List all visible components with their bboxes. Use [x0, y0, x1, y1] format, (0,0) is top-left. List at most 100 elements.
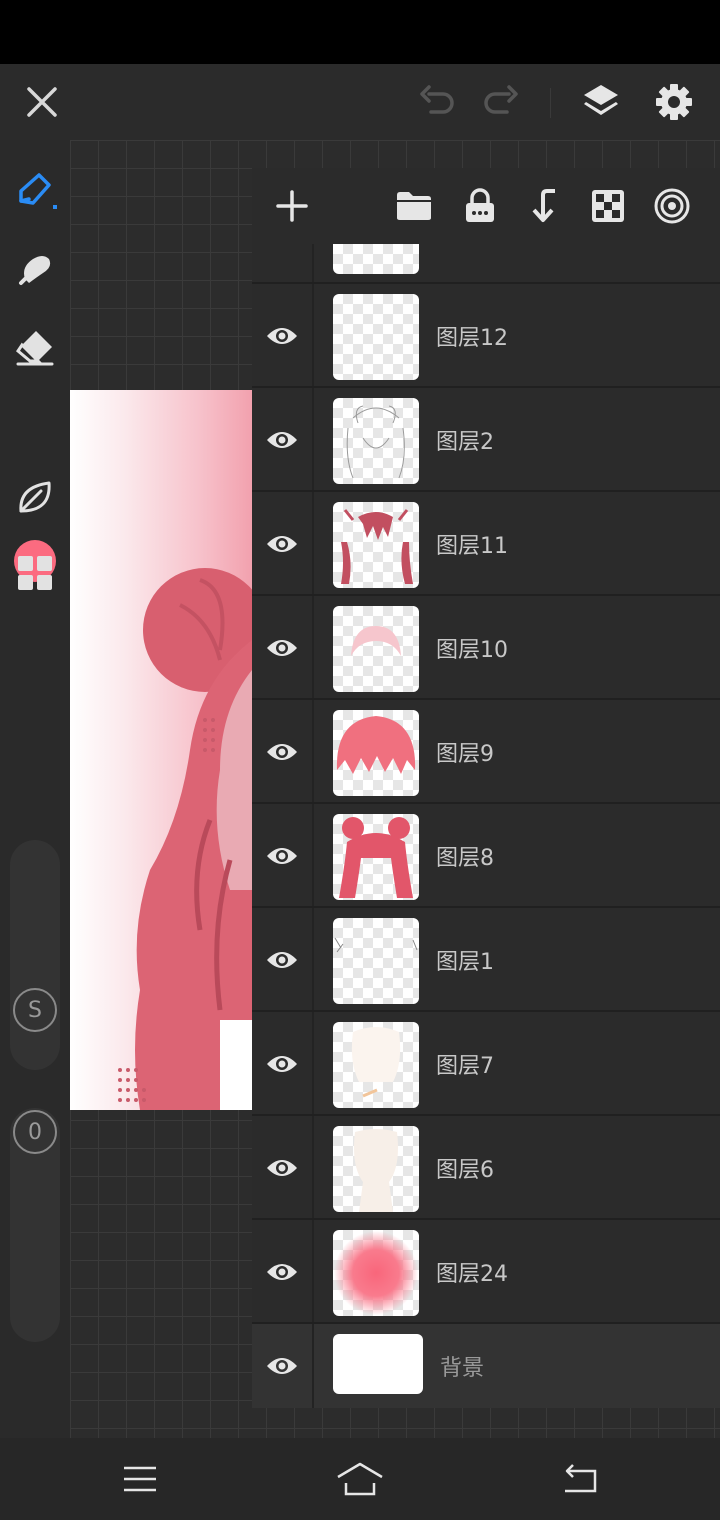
- layer-row[interactable]: 图层1: [252, 908, 720, 1012]
- layer-row-background[interactable]: 背景: [252, 1324, 720, 1408]
- home-button[interactable]: [336, 1455, 384, 1503]
- redo-button[interactable]: [477, 78, 525, 126]
- checker-icon: [592, 190, 624, 222]
- left-toolbar: S 0: [0, 140, 70, 1438]
- row-divider: [312, 804, 314, 906]
- eraser-tool[interactable]: [10, 322, 60, 372]
- menu-button[interactable]: [116, 1455, 164, 1503]
- add-layer-button[interactable]: [270, 184, 314, 228]
- layer-thumbnail: [333, 1126, 419, 1212]
- layer-name: 图层12: [436, 326, 508, 351]
- layers-icon: [584, 85, 618, 115]
- layer-row[interactable]: 图层11: [252, 492, 720, 596]
- eye-icon: [267, 432, 297, 448]
- size-slider-label: S: [28, 997, 42, 1023]
- layer-thumbnail: [333, 710, 419, 796]
- skin-preview: [354, 1129, 398, 1212]
- layers-toolbar: [252, 168, 720, 244]
- layer-thumbnail: [333, 502, 419, 588]
- visibility-toggle[interactable]: [264, 318, 300, 354]
- bangs-preview: [336, 716, 416, 774]
- lock-layer-button[interactable]: [458, 184, 502, 228]
- row-divider: [312, 700, 314, 802]
- lineart-preview: [346, 405, 405, 479]
- settings-button[interactable]: [650, 78, 698, 126]
- gear-icon: [656, 84, 692, 120]
- eye-icon: [267, 744, 297, 760]
- row-divider: [312, 1012, 314, 1114]
- pen-tool[interactable]: [10, 166, 60, 216]
- visibility-toggle[interactable]: [264, 1150, 300, 1186]
- visibility-toggle[interactable]: [264, 734, 300, 770]
- folder-button[interactable]: [392, 184, 436, 228]
- row-divider: [312, 284, 314, 386]
- brush-library-tool[interactable]: [10, 472, 60, 522]
- redo-icon: [484, 85, 518, 114]
- status-bar: [0, 0, 720, 64]
- layer-name: 背景: [440, 1356, 485, 1381]
- eye-icon: [267, 952, 297, 968]
- row-divider: [312, 1324, 314, 1408]
- row-divider: [312, 244, 314, 282]
- merge-down-icon: [532, 189, 555, 222]
- hair-glow-preview: [351, 626, 401, 656]
- visibility-toggle[interactable]: [264, 1046, 300, 1082]
- undo-button[interactable]: [413, 78, 461, 126]
- sketch-preview: [334, 937, 418, 953]
- row-divider: [312, 1116, 314, 1218]
- eye-icon: [267, 848, 297, 864]
- layer-row[interactable]: 图层12: [252, 284, 720, 388]
- layer-row[interactable]: 图层7: [252, 1012, 720, 1116]
- artwork-illustration: [118, 568, 252, 1110]
- size-slider[interactable]: [10, 840, 60, 1070]
- layers-button[interactable]: [577, 78, 625, 126]
- menu-icon: [124, 1466, 156, 1492]
- visibility-toggle[interactable]: [264, 1254, 300, 1290]
- top-bar: [0, 64, 720, 140]
- visibility-toggle[interactable]: [264, 838, 300, 874]
- lock-icon: [466, 188, 494, 222]
- visibility-toggle[interactable]: [264, 1348, 300, 1384]
- row-divider: [312, 388, 314, 490]
- visibility-toggle[interactable]: [264, 942, 300, 978]
- smudge-tool[interactable]: [10, 244, 60, 294]
- leaf-icon: [19, 481, 51, 513]
- opacity-slider-label: 0: [28, 1119, 42, 1145]
- back-button[interactable]: [556, 1455, 604, 1503]
- reference-button[interactable]: [650, 184, 694, 228]
- eye-icon: [267, 1358, 297, 1374]
- artwork-canvas[interactable]: [70, 390, 252, 1110]
- layer-row[interactable]: 图层8: [252, 804, 720, 908]
- merge-down-button[interactable]: [522, 184, 566, 228]
- layer-name: 图层6: [436, 1158, 494, 1183]
- eye-icon: [267, 1160, 297, 1176]
- layer-row-partial[interactable]: [252, 244, 720, 284]
- transparency-button[interactable]: [586, 184, 630, 228]
- layer-name: 图层24: [436, 1262, 508, 1287]
- layer-name: 图层8: [436, 846, 494, 871]
- close-icon: [27, 87, 57, 117]
- layer-row[interactable]: 图层2: [252, 388, 720, 492]
- layer-thumbnail: [333, 918, 419, 1004]
- layer-thumbnail: [333, 294, 419, 380]
- visibility-toggle[interactable]: [264, 526, 300, 562]
- layer-row[interactable]: 图层24: [252, 1220, 720, 1324]
- layer-row[interactable]: 图层6: [252, 1116, 720, 1220]
- layer-row[interactable]: 图层9: [252, 700, 720, 804]
- eye-icon: [267, 328, 297, 344]
- layer-name: 图层1: [436, 950, 494, 975]
- eye-icon: [267, 1056, 297, 1072]
- visibility-toggle[interactable]: [264, 630, 300, 666]
- size-slider-handle[interactable]: S: [13, 988, 57, 1032]
- face-preview: [351, 1027, 401, 1098]
- material-tool[interactable]: [10, 548, 60, 598]
- row-divider: [312, 492, 314, 594]
- eraser-icon: [16, 331, 54, 366]
- layer-name: 图层9: [436, 742, 494, 767]
- close-button[interactable]: [18, 78, 66, 126]
- eye-icon: [267, 1264, 297, 1280]
- layers-panel: 图层12 图层2 图层11 图层10 图层9 图层8 图层1 图层7 图层6 图…: [252, 168, 720, 1408]
- visibility-toggle[interactable]: [264, 422, 300, 458]
- layer-row[interactable]: 图层10: [252, 596, 720, 700]
- opacity-slider-handle[interactable]: 0: [13, 1110, 57, 1154]
